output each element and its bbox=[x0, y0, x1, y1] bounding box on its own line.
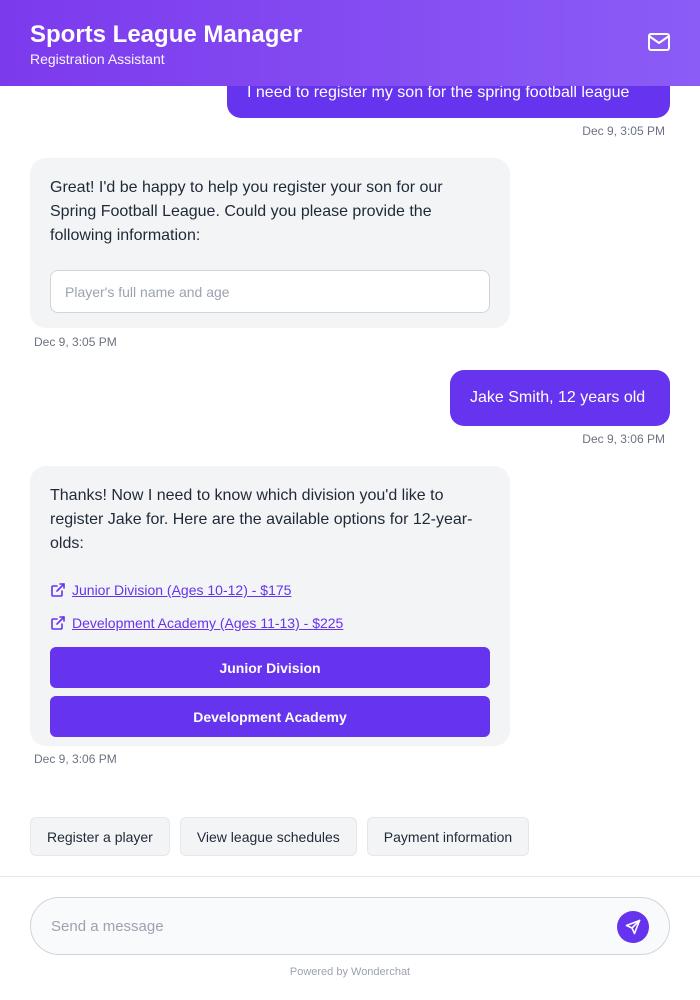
development-academy-button[interactable]: Development Academy bbox=[50, 696, 490, 737]
message-timestamp: Dec 9, 3:05 PM bbox=[582, 124, 665, 138]
player-name-age-input[interactable] bbox=[50, 270, 490, 313]
send-button[interactable] bbox=[617, 911, 649, 943]
quick-reply-register[interactable]: Register a player bbox=[30, 817, 170, 856]
user-message-text: Jake Smith, 12 years old bbox=[470, 389, 646, 406]
bot-message-text: Thanks! Now I need to know which divisio… bbox=[50, 487, 473, 552]
division-link-junior[interactable]: Junior Division (Ages 10-12) - $175 bbox=[50, 578, 490, 602]
message-list[interactable]: I need to register my son for the spring… bbox=[0, 86, 700, 876]
mail-icon[interactable] bbox=[648, 33, 670, 51]
external-link-icon bbox=[51, 583, 65, 597]
send-icon bbox=[625, 919, 641, 935]
message-input[interactable] bbox=[51, 898, 611, 954]
composer-divider bbox=[0, 876, 700, 877]
message-timestamp: Dec 9, 3:06 PM bbox=[34, 752, 117, 766]
message-composer bbox=[30, 897, 670, 955]
quick-reply-payment[interactable]: Payment information bbox=[366, 817, 530, 856]
division-link-label: Junior Division (Ages 10-12) - $175 bbox=[72, 582, 292, 598]
user-message: Jake Smith, 12 years old bbox=[450, 370, 670, 426]
bot-message: Thanks! Now I need to know which divisio… bbox=[30, 466, 510, 746]
external-link-icon bbox=[51, 616, 65, 630]
powered-by: Powered by Wonderchat bbox=[289, 966, 411, 978]
message-timestamp: Dec 9, 3:06 PM bbox=[582, 432, 665, 446]
division-link-label: Development Academy (Ages 11-13) - $225 bbox=[72, 615, 344, 631]
chat-header: Sports League Manager Registration Assis… bbox=[0, 0, 700, 86]
division-link-academy[interactable]: Development Academy (Ages 11-13) - $225 bbox=[50, 611, 490, 635]
quick-reply-schedules[interactable]: View league schedules bbox=[179, 817, 357, 856]
junior-division-button[interactable]: Junior Division bbox=[50, 647, 490, 688]
bot-message-text: Great! I'd be happy to help you register… bbox=[50, 179, 443, 244]
user-message: I need to register my son for the spring… bbox=[227, 86, 670, 118]
app-subtitle: Registration Assistant bbox=[30, 51, 165, 67]
division-links: Junior Division (Ages 10-12) - $175 Deve… bbox=[50, 578, 490, 635]
user-message-text: I need to register my son for the spring… bbox=[247, 86, 630, 101]
quick-replies: Register a player View league schedules … bbox=[30, 817, 530, 856]
message-timestamp: Dec 9, 3:05 PM bbox=[34, 335, 117, 349]
bot-message: Great! I'd be happy to help you register… bbox=[30, 158, 510, 328]
app-title: Sports League Manager bbox=[30, 21, 303, 48]
